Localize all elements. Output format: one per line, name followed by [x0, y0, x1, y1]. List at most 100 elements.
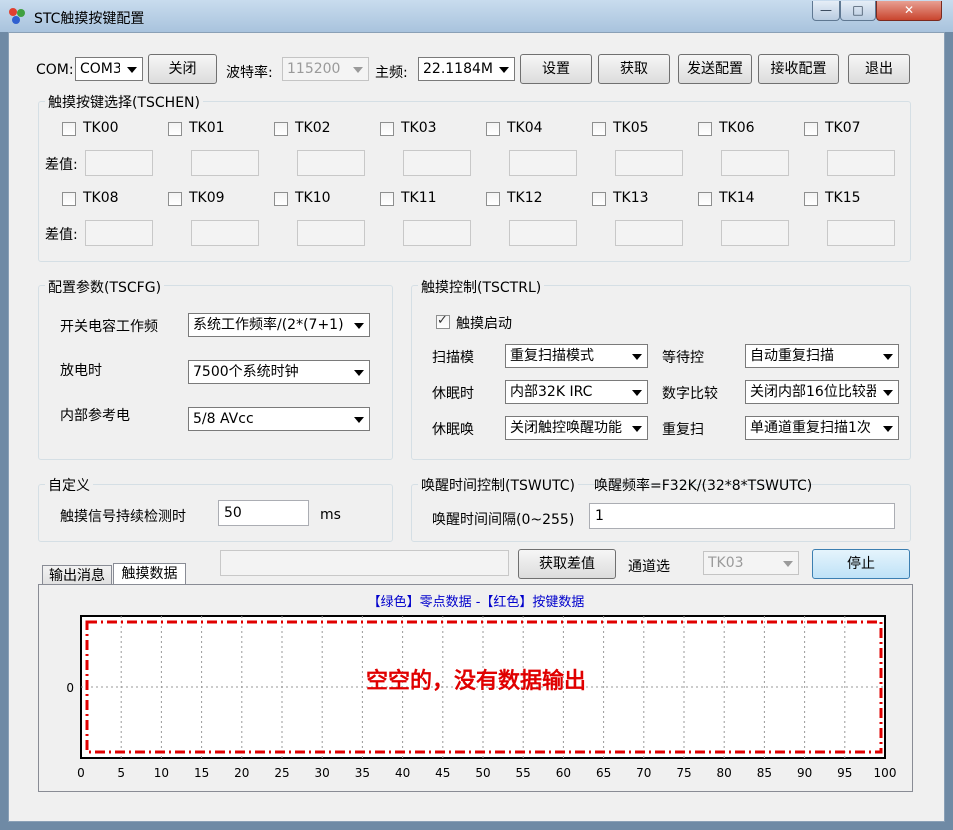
diff-field-tk06 — [721, 150, 789, 176]
checkbox-tk05[interactable] — [592, 122, 606, 136]
checkbox-tk07[interactable] — [804, 122, 818, 136]
checkbox-tk01[interactable] — [168, 122, 182, 136]
wake-select[interactable]: 关闭触控唤醒功能 — [505, 416, 648, 440]
chevron-down-icon — [883, 426, 893, 432]
sleep-clock-label: 休眠时 — [432, 386, 474, 402]
key-label-tk04: TK04 — [507, 120, 543, 136]
maximize-icon: □ — [852, 3, 864, 17]
minimize-button[interactable]: — — [812, 1, 840, 21]
checkbox-tk00[interactable] — [62, 122, 76, 136]
checkbox-tk09[interactable] — [168, 192, 182, 206]
x-tick-label: 70 — [636, 766, 651, 780]
vref-label: 内部参考电 — [60, 408, 130, 424]
com-label: COM: — [36, 62, 74, 78]
checkbox-tk06[interactable] — [698, 122, 712, 136]
chevron-down-icon — [127, 67, 137, 73]
tswutc-group-title: 唤醒时间控制(TSWUTC) — [418, 475, 578, 495]
wake-interval-input[interactable]: 1 — [589, 503, 895, 529]
repeat-value: 单通道重复扫描1次 — [750, 420, 871, 436]
cap-freq-value: 系统工作频率/(2*(7+1) — [193, 317, 344, 333]
get-diff-button[interactable]: 获取差值 — [518, 549, 616, 579]
checkbox-tk13[interactable] — [592, 192, 606, 206]
touch-data-chart: 【绿色】零点数据 -【红色】按键数据 0 5 10 15 20 25 30 35 40 45 50 5… — [66, 594, 896, 780]
scan-mode-select[interactable]: 重复扫描模式 — [505, 344, 648, 368]
x-tick-label: 40 — [395, 766, 410, 780]
checkbox-tk10[interactable] — [274, 192, 288, 206]
send-config-button[interactable]: 发送配置 — [678, 54, 752, 84]
custom-group-title: 自定义 — [45, 475, 93, 495]
sleep-clock-select[interactable]: 内部32K IRC — [505, 380, 648, 404]
touch-enable-checkbox[interactable] — [436, 313, 450, 329]
minimize-icon: — — [820, 3, 832, 17]
baud-label: 波特率: — [226, 65, 273, 81]
exit-button[interactable]: 退出 — [848, 54, 910, 84]
discharge-select[interactable]: 7500个系统时钟 — [188, 360, 370, 384]
maximize-button[interactable]: □ — [840, 1, 876, 21]
checkbox-tk04[interactable] — [486, 122, 500, 136]
repeat-select[interactable]: 单通道重复扫描1次 — [745, 416, 899, 440]
key-label-tk02: TK02 — [295, 120, 331, 136]
window-title: STC触摸按键配置 — [34, 11, 145, 27]
diff-field-tk13 — [615, 220, 683, 246]
wake-value: 关闭触控唤醒功能 — [510, 420, 622, 436]
close-port-button[interactable]: 关闭 — [148, 54, 217, 84]
diff-field-tk08 — [85, 220, 153, 246]
diff-label: 差值: — [45, 227, 78, 243]
tscfg-group-title: 配置参数(TSCFG) — [45, 277, 165, 297]
checkbox-tk03[interactable] — [380, 122, 394, 136]
chevron-down-icon — [499, 67, 509, 73]
repeat-label: 重复扫 — [662, 422, 704, 438]
diff-field-tk11 — [403, 220, 471, 246]
detect-time-input[interactable]: 50 — [218, 500, 309, 526]
channel-select[interactable]: TK03 — [703, 551, 799, 575]
sleep-clock-value: 内部32K IRC — [510, 384, 593, 400]
checkbox-tk15[interactable] — [804, 192, 818, 206]
vref-select[interactable]: 5/8 AVcc — [188, 407, 370, 431]
diff-field-tk05 — [615, 150, 683, 176]
stop-button[interactable]: 停止 — [812, 549, 910, 579]
key-label-tk05: TK05 — [613, 120, 649, 136]
x-tick-label: 55 — [516, 766, 531, 780]
detect-time-unit: ms — [320, 507, 341, 523]
empty-data-annotation: 空空的，没有数据输出 — [366, 668, 586, 694]
key-label-tk13: TK13 — [613, 190, 649, 206]
settings-button[interactable]: 设置 — [520, 54, 592, 84]
checkbox-tk11[interactable] — [380, 192, 394, 206]
key-label-tk12: TK12 — [507, 190, 543, 206]
receive-config-button[interactable]: 接收配置 — [758, 54, 839, 84]
tschen-group-title: 触摸按键选择(TSCHEN) — [45, 92, 203, 112]
diff-field-tk09 — [191, 220, 259, 246]
key-label-tk09: TK09 — [189, 190, 225, 206]
wake-formula: 唤醒频率=F32K/(32*8*TSWUTC) — [594, 478, 813, 494]
checkbox-tk14[interactable] — [698, 192, 712, 206]
freq-value: 22.1184MI — [423, 61, 492, 77]
tsctrl-group-title: 触摸控制(TSCTRL) — [418, 277, 545, 297]
freq-label: 主频: — [375, 65, 408, 81]
key-label-tk10: TK10 — [295, 190, 331, 206]
get-button[interactable]: 获取 — [598, 54, 670, 84]
diff-field-tk10 — [297, 220, 365, 246]
chevron-down-icon — [353, 67, 363, 73]
discharge-label: 放电时 — [60, 363, 102, 379]
cap-freq-select[interactable]: 系统工作频率/(2*(7+1) — [188, 313, 370, 337]
close-icon: ✕ — [903, 3, 915, 17]
compare-label: 数字比较 — [662, 386, 718, 402]
x-tick-label: 80 — [717, 766, 732, 780]
key-label-tk01: TK01 — [189, 120, 225, 136]
x-tick-label: 20 — [234, 766, 249, 780]
diff-field-tk14 — [721, 220, 789, 246]
checkbox-tk08[interactable] — [62, 192, 76, 206]
x-tick-label: 25 — [274, 766, 289, 780]
freq-select[interactable]: 22.1184MI — [418, 57, 515, 81]
close-window-button[interactable]: ✕ — [876, 1, 942, 21]
checkbox-tk02[interactable] — [274, 122, 288, 136]
x-tick-label: 45 — [435, 766, 450, 780]
baud-rate-select[interactable]: 115200 — [282, 57, 369, 81]
chevron-down-icon — [632, 354, 642, 360]
checkbox-tk12[interactable] — [486, 192, 500, 206]
compare-select[interactable]: 关闭内部16位比较器 — [745, 380, 899, 404]
com-port-select[interactable]: COM3 — [75, 57, 143, 81]
x-tick-label: 30 — [315, 766, 330, 780]
diff-field-tk12 — [509, 220, 577, 246]
wait-select[interactable]: 自动重复扫描 — [745, 344, 899, 368]
